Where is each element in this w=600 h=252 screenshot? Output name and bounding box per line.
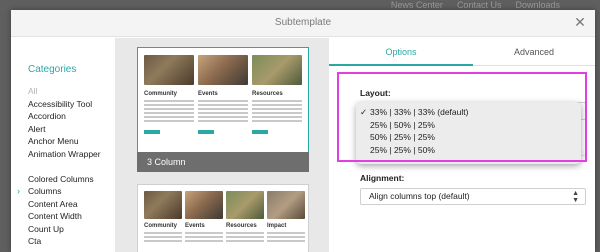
template-card-caption: 3 Column bbox=[137, 152, 309, 172]
tab-advanced[interactable]: Advanced bbox=[473, 38, 595, 66]
preview-photo bbox=[185, 191, 223, 219]
preview-column-title: Community bbox=[144, 223, 177, 229]
preview-column-titles: Community Events Resources bbox=[144, 91, 302, 97]
preview-photo bbox=[144, 55, 194, 85]
preview-photo bbox=[252, 55, 302, 85]
checkmark-icon: ✓ bbox=[360, 107, 368, 117]
category-item-accessibility-tool[interactable]: Accessibility Tool bbox=[28, 98, 101, 111]
category-item-animation-wrapper[interactable]: Animation Wrapper bbox=[28, 148, 101, 173]
preview-thumbnails bbox=[144, 55, 302, 85]
layout-option[interactable]: 25% | 25% | 50% bbox=[356, 144, 581, 157]
preview-column-title: Resources bbox=[252, 91, 283, 97]
layout-label: Layout: bbox=[360, 88, 391, 98]
preview-photo bbox=[267, 191, 305, 219]
preview-button bbox=[252, 130, 302, 134]
preview-text-block bbox=[144, 232, 182, 244]
categories-heading: Categories bbox=[28, 64, 77, 75]
preview-text-block bbox=[185, 232, 223, 244]
category-item-content-width[interactable]: Content Width bbox=[28, 210, 101, 223]
preview-column-title: Impact bbox=[267, 223, 287, 229]
layout-option[interactable]: ✓ 33% | 33% | 33% (default) bbox=[356, 106, 581, 119]
layout-option-label: 33% | 33% | 33% (default) bbox=[370, 107, 469, 117]
layout-option[interactable]: 25% | 50% | 25% bbox=[356, 119, 581, 132]
preview-text-block bbox=[226, 232, 264, 244]
category-item-content-area[interactable]: Content Area bbox=[28, 198, 101, 211]
category-item-label: Columns bbox=[28, 186, 62, 196]
modal-title: Subtemplate bbox=[274, 17, 332, 28]
category-item-alert[interactable]: Alert bbox=[28, 123, 101, 136]
preview-photo bbox=[198, 55, 248, 85]
category-list: All Accessibility Tool Accordion Alert A… bbox=[17, 85, 101, 248]
select-arrows-icon: ▲ ▼ bbox=[572, 190, 579, 204]
template-preview-list: Community Events Resources 3 Column Comm… bbox=[115, 38, 329, 252]
preview-text-block bbox=[267, 232, 305, 244]
category-item-all[interactable]: All bbox=[28, 85, 101, 98]
close-icon[interactable]: ✕ bbox=[573, 15, 587, 29]
category-item-count-up[interactable]: Count Up bbox=[28, 223, 101, 236]
preview-button bbox=[198, 130, 248, 134]
category-item-anchor-menu[interactable]: Anchor Menu bbox=[28, 135, 101, 148]
preview-button bbox=[144, 130, 194, 134]
preview-text-block bbox=[144, 100, 194, 124]
alignment-select[interactable]: Align columns top (default) ▲ ▼ bbox=[360, 188, 586, 205]
layout-dropdown-menu: ✓ 33% | 33% | 33% (default) 25% | 50% | … bbox=[356, 102, 581, 164]
category-item-columns[interactable]: › Columns bbox=[17, 185, 101, 198]
preview-column-title: Events bbox=[198, 91, 218, 97]
layout-option[interactable]: 50% | 25% | 25% bbox=[356, 131, 581, 144]
subtemplate-modal: Subtemplate ✕ Categories All Accessibili… bbox=[11, 10, 595, 252]
category-item-colored-columns[interactable]: Colored Columns bbox=[28, 173, 101, 186]
preview-text-block bbox=[252, 100, 302, 124]
alignment-select-value: Align columns top (default) bbox=[369, 191, 470, 201]
category-sidebar: Categories All Accessibility Tool Accord… bbox=[11, 38, 115, 252]
preview-column-title: Events bbox=[185, 223, 205, 229]
template-card-4-column[interactable]: Community Events Resources Impact bbox=[137, 184, 309, 252]
preview-column-titles: Community Events Resources Impact bbox=[144, 223, 305, 229]
selected-chevron-icon: › bbox=[17, 186, 20, 196]
preview-text-lines bbox=[144, 232, 305, 244]
preview-thumbnails bbox=[144, 191, 305, 219]
preview-buttons bbox=[144, 130, 302, 134]
preview-text-block bbox=[198, 100, 248, 124]
alignment-label: Alignment: bbox=[360, 173, 405, 183]
preview-column-title: Resources bbox=[226, 223, 257, 229]
category-item-cta[interactable]: Cta bbox=[28, 235, 101, 248]
preview-photo bbox=[226, 191, 264, 219]
preview-column-title: Community bbox=[144, 91, 177, 97]
category-item-accordion[interactable]: Accordion bbox=[28, 110, 101, 123]
tab-options[interactable]: Options bbox=[329, 38, 473, 66]
preview-photo bbox=[144, 191, 182, 219]
modal-header: Subtemplate ✕ bbox=[11, 10, 595, 37]
options-panel: Options Advanced Layout: ✓ 33% | 33% | 3… bbox=[329, 38, 595, 252]
preview-text-lines bbox=[144, 100, 302, 124]
